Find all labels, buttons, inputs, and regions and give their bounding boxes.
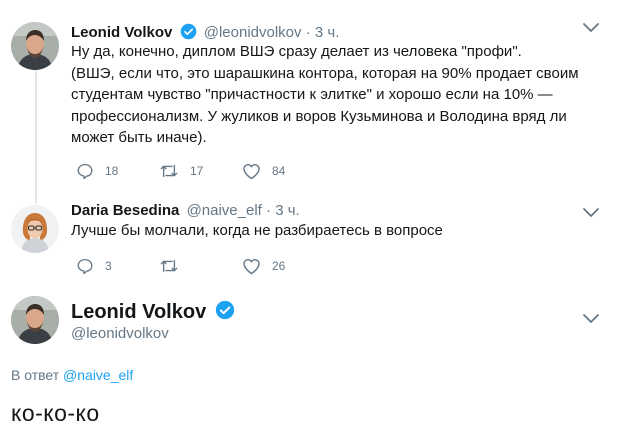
tweet-text-line: профессионализм. У жуликов и воров Кузьм… bbox=[71, 107, 567, 125]
reply-count: 3 bbox=[105, 259, 112, 273]
tweet-timestamp[interactable]: 3 ч. bbox=[275, 202, 300, 219]
tweet2-actions: 3 26 bbox=[76, 257, 325, 275]
author-handle[interactable]: @leonidvolkov bbox=[71, 325, 169, 342]
chevron-down-icon[interactable] bbox=[582, 313, 600, 325]
author-name-large: Leonid Volkov bbox=[71, 300, 235, 325]
reply-mention-link[interactable]: @naive_elf bbox=[63, 367, 133, 383]
reply-context: В ответ @naive_elf bbox=[11, 367, 133, 383]
like-button[interactable]: 84 bbox=[242, 162, 325, 180]
retweet-count: 17 bbox=[190, 164, 204, 178]
tweet-text-line: (ВШЭ, если что, это шарашкина контора, к… bbox=[71, 64, 579, 82]
avatar-leonid-volkov[interactable] bbox=[11, 296, 59, 344]
retweet-button[interactable]: 17 bbox=[159, 162, 242, 180]
like-button[interactable]: 26 bbox=[242, 257, 325, 275]
author-handle[interactable]: @leonidvolkov bbox=[204, 24, 302, 41]
avatar-daria-besedina[interactable] bbox=[11, 205, 59, 253]
tweet-leonid-volkov[interactable]: Leonid Volkov @leonidvolkov · 3 ч. Ну да… bbox=[0, 0, 620, 192]
tweet-expanded-reply[interactable]: Leonid Volkov @leonidvolkov В ответ @nai… bbox=[0, 290, 620, 439]
avatar-leonid-volkov[interactable] bbox=[11, 22, 59, 70]
reply-button[interactable]: 3 bbox=[76, 257, 159, 275]
author-name[interactable]: Leonid Volkov bbox=[71, 301, 206, 323]
tweet-text-line: может быть иначе). bbox=[71, 129, 207, 146]
reply-icon bbox=[77, 163, 93, 180]
author-name[interactable]: Daria Besedina bbox=[71, 202, 179, 219]
retweet-icon bbox=[160, 259, 178, 273]
tweet-text-line: студентам чувство "причастности к элитке… bbox=[71, 86, 553, 103]
reply-count: 18 bbox=[105, 164, 119, 178]
retweet-button[interactable] bbox=[159, 257, 242, 275]
chevron-down-icon[interactable] bbox=[582, 207, 600, 219]
tweet2-text: Лучше бы молчали, когда не разбираетесь … bbox=[71, 222, 443, 239]
reply-icon bbox=[77, 258, 93, 275]
heart-icon bbox=[243, 163, 260, 180]
tweet2-header: Daria Besedina @naive_elf · 3 ч. bbox=[71, 202, 300, 220]
author-name[interactable]: Leonid Volkov bbox=[71, 24, 172, 41]
tweet3-text: ко-ко-ко bbox=[11, 400, 100, 426]
tweet-daria-besedina[interactable]: Daria Besedina @naive_elf · 3 ч. Лучше б… bbox=[0, 195, 620, 285]
like-count: 26 bbox=[272, 259, 286, 273]
reply-prefix: В ответ bbox=[11, 367, 60, 383]
tweet-timestamp[interactable]: 3 ч. bbox=[315, 24, 340, 41]
chevron-down-icon[interactable] bbox=[582, 22, 600, 34]
separator-dot: · bbox=[305, 24, 311, 41]
retweet-icon bbox=[160, 164, 178, 178]
author-handle[interactable]: @naive_elf bbox=[187, 202, 262, 219]
tweet-text-line: Ну да, конечно, диплом ВШЭ сразу делает … bbox=[71, 43, 522, 60]
tweet1-text: Ну да, конечно, диплом ВШЭ сразу делает … bbox=[71, 41, 601, 149]
verified-badge-icon bbox=[215, 300, 235, 325]
tweet1-actions: 18 17 84 bbox=[76, 162, 325, 180]
reply-button[interactable]: 18 bbox=[76, 162, 159, 180]
heart-icon bbox=[243, 258, 260, 275]
separator-dot: · bbox=[266, 202, 272, 219]
like-count: 84 bbox=[272, 164, 286, 178]
